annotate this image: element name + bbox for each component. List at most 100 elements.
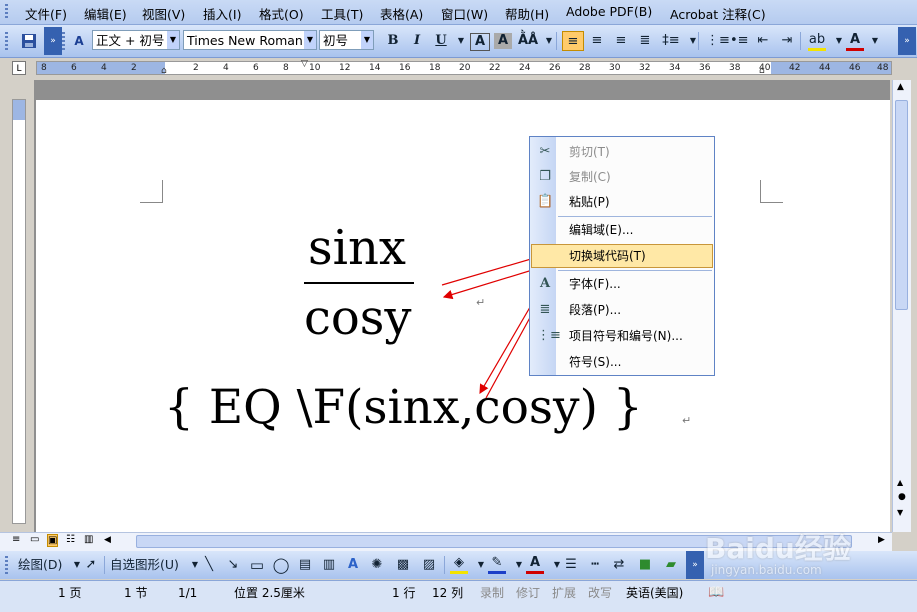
chevron-down-icon[interactable]: ▼ [167, 31, 179, 49]
draw-menu-button[interactable]: 绘图(D) [18, 555, 62, 575]
line-spacing-icon[interactable]: ‡≡ [662, 31, 680, 51]
toolbar-overflow-icon[interactable]: » [44, 27, 62, 55]
browse-object-icon[interactable]: ● [898, 492, 906, 502]
menu-tools[interactable]: 工具(T) [321, 4, 363, 23]
tab-selector-icon[interactable]: L [12, 61, 26, 75]
menu-window[interactable]: 窗口(W) [441, 4, 488, 23]
select-objects-icon[interactable]: ➚ [82, 555, 100, 575]
dash-style-icon[interactable]: ┅ [586, 555, 604, 575]
arrow-style-icon[interactable]: ⇄ [610, 555, 628, 575]
font-color-icon[interactable]: A [526, 555, 544, 574]
spelling-status-icon[interactable]: 📖 [708, 584, 724, 602]
3d-style-icon[interactable]: ▰ [662, 555, 680, 575]
style-combo[interactable]: 正文 + 初号 ▼ [92, 30, 180, 50]
oval-tool-icon[interactable]: ◯ [272, 555, 290, 575]
chevron-down-icon[interactable]: ▼ [304, 31, 316, 49]
reading-view-icon[interactable]: ▥ [84, 534, 93, 545]
justify-icon[interactable]: ≣ [636, 31, 654, 51]
menu-file[interactable]: 文件(F) [25, 4, 67, 23]
font-size-combo[interactable]: 初号 ▼ [319, 30, 374, 50]
align-left-icon[interactable]: ≡ [562, 31, 584, 51]
chevron-down-icon[interactable]: ▼ [361, 31, 373, 49]
chevron-down-icon[interactable]: ▼ [684, 31, 702, 51]
decrease-indent-icon[interactable]: ⇤ [754, 31, 772, 51]
bold-button[interactable]: B [384, 31, 402, 51]
first-line-indent-icon[interactable]: ▽ [301, 59, 308, 69]
bullets-icon[interactable]: •≡ [730, 31, 749, 51]
line-color-icon[interactable]: ✎ [488, 555, 506, 574]
diagram-icon[interactable]: ✺ [368, 555, 386, 575]
menu-acrobat-comments[interactable]: Acrobat 注释(C) [670, 4, 766, 23]
font-color-icon[interactable]: A [846, 31, 864, 51]
toolbar-overflow-icon[interactable]: » [686, 551, 704, 579]
toolbar-grip[interactable] [5, 4, 8, 20]
increase-indent-icon[interactable]: ⇥ [778, 31, 796, 51]
character-scaling-icon[interactable]: ẰÅ [518, 31, 538, 51]
character-border-icon[interactable]: A [470, 33, 490, 51]
chevron-down-icon[interactable]: ▼ [866, 31, 884, 51]
arrow-tool-icon[interactable]: ↘ [224, 555, 242, 575]
toolbar-grip[interactable] [62, 32, 65, 52]
toolbar-grip[interactable] [5, 556, 8, 574]
clip-art-icon[interactable]: ▩ [394, 555, 412, 575]
ruler-strip[interactable]: 8 6 4 2 2 4 6 8 10 12 14 16 18 20 22 24 … [36, 59, 892, 76]
menu-view[interactable]: 视图(V) [142, 4, 185, 23]
status-overtype[interactable]: 改写 [588, 584, 612, 602]
outline-view-icon[interactable]: ☷ [66, 534, 75, 545]
vertical-text-box-icon[interactable]: ▥ [320, 555, 338, 575]
scrollbar-thumb[interactable] [895, 100, 908, 310]
normal-view-icon[interactable]: ≡ [12, 534, 20, 545]
status-track-changes[interactable]: 修订 [516, 584, 540, 602]
scroll-left-icon[interactable]: ◀ [104, 535, 111, 545]
menu-item-copy[interactable]: ❐ 复制(C) [531, 165, 713, 189]
rectangle-tool-icon[interactable]: ▭ [248, 555, 266, 575]
align-center-icon[interactable]: ≡ [588, 31, 606, 51]
scroll-up-icon[interactable]: ▲ [897, 82, 904, 92]
menu-item-paragraph[interactable]: ≣ 段落(P)... [531, 298, 713, 322]
status-language[interactable]: 英语(美国) [626, 584, 683, 602]
status-extend[interactable]: 扩展 [552, 584, 576, 602]
italic-button[interactable]: I [408, 31, 426, 51]
right-indent-icon[interactable]: ⌂ [759, 66, 765, 76]
menu-adobe-pdf[interactable]: Adobe PDF(B) [566, 4, 652, 19]
menu-item-edit-field[interactable]: 编辑域(E)... [531, 218, 713, 242]
status-record[interactable]: 录制 [480, 584, 504, 602]
menu-item-font[interactable]: A 字体(F)... [531, 272, 713, 296]
line-style-icon[interactable]: ☰ [562, 555, 580, 575]
underline-button[interactable]: U [432, 31, 450, 51]
autoshapes-menu-button[interactable]: 自选图形(U) [110, 555, 179, 575]
align-right-icon[interactable]: ≡ [612, 31, 630, 51]
menu-item-bullets-numbering[interactable]: ⋮≡ 项目符号和编号(N)... [531, 324, 713, 348]
save-icon[interactable] [20, 31, 38, 51]
previous-page-icon[interactable]: ▲ [897, 478, 903, 487]
chevron-down-icon[interactable]: ▼ [452, 31, 470, 51]
menu-table[interactable]: 表格(A) [380, 4, 423, 23]
menu-format[interactable]: 格式(O) [259, 4, 304, 23]
wordart-icon[interactable]: A [344, 555, 362, 575]
toolbar-overflow-icon[interactable]: » [898, 27, 916, 55]
menu-insert[interactable]: 插入(I) [203, 4, 241, 23]
highlight-icon[interactable]: ab [808, 31, 826, 51]
vertical-ruler[interactable] [12, 99, 26, 524]
font-combo[interactable]: Times New Roman ▼ [183, 30, 317, 50]
web-view-icon[interactable]: ▭ [30, 534, 39, 545]
vertical-scrollbar[interactable]: ▲ ▲ ● ▼ [892, 80, 911, 532]
menu-edit[interactable]: 编辑(E) [84, 4, 127, 23]
next-page-icon[interactable]: ▼ [897, 508, 903, 517]
numbering-icon[interactable]: ⋮≡ [706, 31, 730, 51]
text-box-icon[interactable]: ▤ [296, 555, 314, 575]
menu-item-cut[interactable]: ✂ 剪切(T) [531, 140, 713, 164]
document-page[interactable]: sinx cosy ↵ { EQ \F(sinx,cosy) } ↵ [36, 100, 890, 532]
styles-pane-icon[interactable]: A [70, 31, 88, 51]
character-shading-icon[interactable]: A [494, 33, 512, 49]
menu-item-paste[interactable]: 📋 粘贴(P) [531, 190, 713, 214]
menu-help[interactable]: 帮助(H) [505, 4, 549, 23]
shadow-style-icon[interactable]: ■ [636, 555, 654, 575]
field-code-text[interactable]: { EQ \F(sinx,cosy) } [164, 378, 643, 438]
print-view-icon[interactable]: ▣ [47, 534, 59, 547]
menu-item-toggle-field-codes[interactable]: 切换域代码(T) [531, 244, 713, 268]
picture-icon[interactable]: ▨ [420, 555, 438, 575]
fill-color-icon[interactable]: ◈ [450, 555, 468, 574]
menu-item-symbol[interactable]: 符号(S)... [531, 350, 713, 374]
toolbar-grip[interactable] [5, 32, 8, 52]
